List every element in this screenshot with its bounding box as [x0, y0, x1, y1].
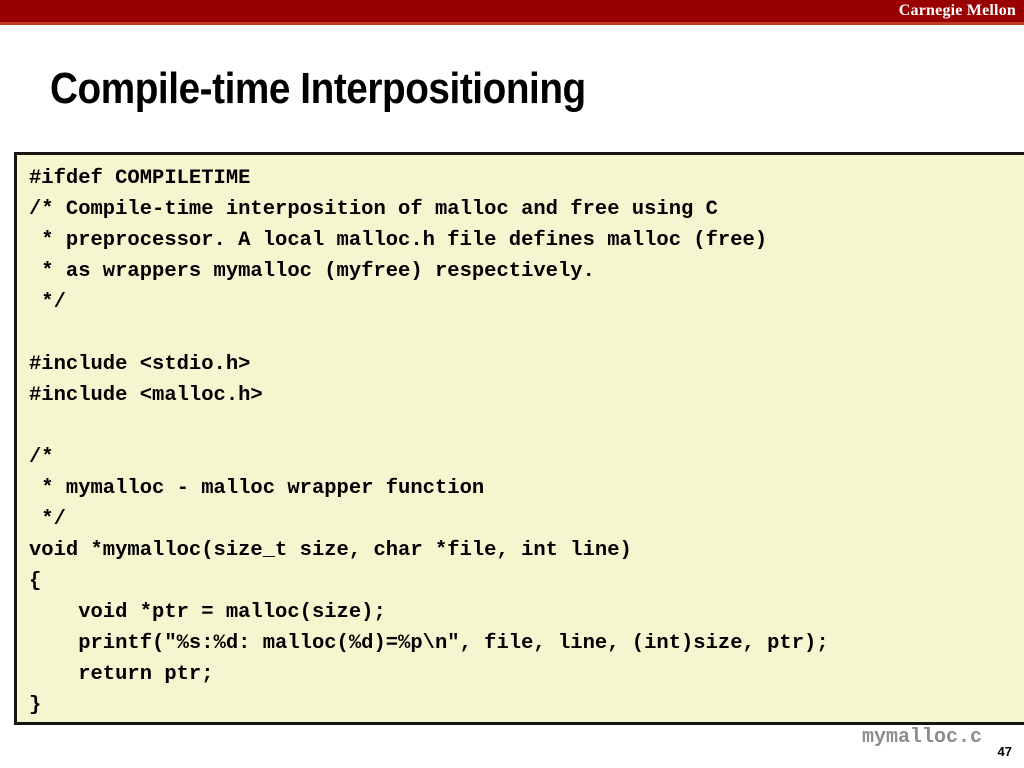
code-line: #include <malloc.h> [29, 384, 263, 407]
code-line: { [29, 570, 42, 593]
code-line: void *ptr = malloc(size); [29, 601, 386, 624]
code-line: #ifdef COMPILETIME [29, 167, 251, 190]
code-line: * preprocessor. A local malloc.h file de… [29, 229, 768, 252]
code-line: void *mymalloc(size_t size, char *file, … [29, 539, 632, 562]
code-line: */ [29, 291, 66, 314]
code-line: #include <stdio.h> [29, 353, 251, 376]
code-line: return ptr; [29, 663, 214, 686]
page-title: Compile-time Interpositioning [50, 64, 586, 113]
top-banner [0, 0, 1024, 22]
code-line: */ [29, 508, 66, 531]
code-line: /* [29, 446, 54, 469]
code-lines-container: #ifdef COMPILETIME /* Compile-time interp… [17, 155, 1024, 721]
source-file-label: mymalloc.c [861, 726, 982, 749]
carnegie-mellon-brand: Carnegie Mellon [898, 2, 1016, 19]
banner-underline [0, 22, 1024, 25]
code-line: printf("%s:%d: malloc(%d)=%p\n", file, l… [29, 632, 829, 655]
code-block: #ifdef COMPILETIME /* Compile-time interp… [14, 152, 1024, 725]
code-line: } [29, 694, 42, 717]
code-line: /* Compile-time interposition of malloc … [29, 198, 718, 221]
slide-number: 47 [997, 744, 1012, 759]
code-line: * mymalloc - malloc wrapper function [29, 477, 485, 500]
code-line: * as wrappers mymalloc (myfree) respecti… [29, 260, 595, 283]
